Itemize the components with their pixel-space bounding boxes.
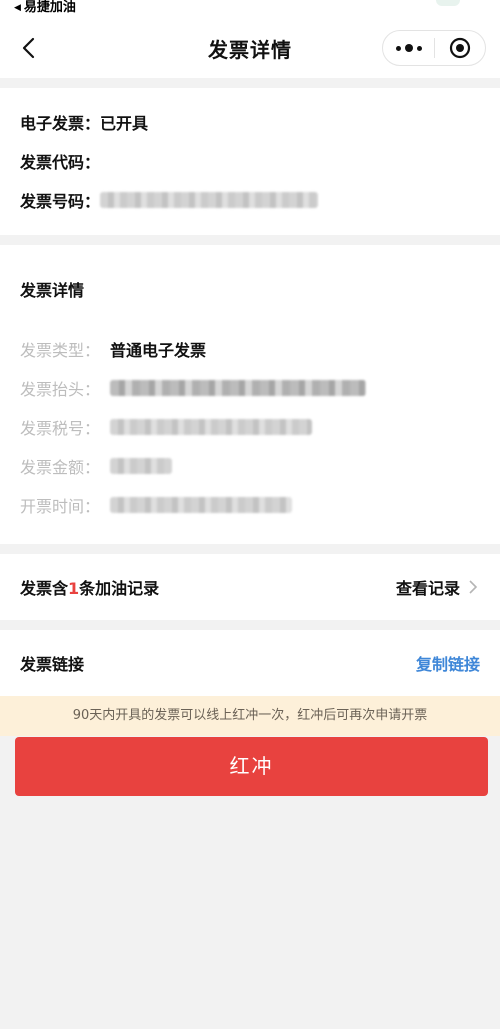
detail-row-title: 发票抬头： bbox=[20, 368, 480, 407]
detail-taxid-label: 发票税号： bbox=[20, 418, 101, 438]
status-bar: ◀ 易捷加油 bbox=[0, 0, 500, 18]
fuel-records-summary: 发票含1条加油记录 bbox=[20, 579, 160, 598]
invoice-type-label: 电子发票： bbox=[20, 113, 101, 133]
chevron-right-icon bbox=[469, 580, 478, 594]
detail-time-redacted bbox=[110, 496, 292, 513]
invoice-type-value: 已开具 bbox=[100, 113, 149, 133]
detail-row-type: 发票类型： 普通电子发票 bbox=[20, 329, 480, 368]
red-flush-button[interactable]: 红冲 bbox=[15, 737, 488, 796]
detail-title-redacted bbox=[110, 379, 366, 396]
detail-title-label: 发票抬头： bbox=[20, 379, 101, 399]
red-flush-notice: 90天内开具的发票可以线上红冲一次，红冲后可再次申请开票 bbox=[0, 696, 500, 736]
details-heading: 发票详情 bbox=[20, 281, 85, 300]
invoice-status-card: 电子发票： 已开具 发票代码： 发票号码： bbox=[0, 88, 500, 235]
fuel-records-count: 1 bbox=[68, 579, 80, 598]
detail-row-amount: 发票金额： bbox=[20, 446, 480, 485]
more-icon[interactable] bbox=[383, 44, 434, 52]
invoice-code-label: 发票代码： bbox=[20, 152, 101, 172]
detail-type-label: 发票类型： bbox=[20, 340, 101, 360]
nav-bar: 发票详情 bbox=[0, 18, 500, 78]
detail-taxid-redacted bbox=[110, 418, 312, 435]
invoice-details-card: 发票详情 发票类型： 普通电子发票 发票抬头： 发票税号： 发票金额： 开票时间… bbox=[0, 245, 500, 544]
back-triangle-icon[interactable]: ◀ bbox=[14, 3, 21, 13]
detail-amount-label: 发票金额： bbox=[20, 457, 101, 477]
detail-row-taxid: 发票税号： bbox=[20, 407, 480, 446]
invoice-code-row: 发票代码： bbox=[20, 141, 480, 180]
status-indicator bbox=[436, 0, 460, 6]
view-records-link[interactable]: 查看记录 bbox=[396, 575, 480, 599]
detail-type-value: 普通电子发票 bbox=[110, 340, 207, 360]
invoice-number-redacted bbox=[100, 191, 319, 208]
view-records-label: 查看记录 bbox=[395, 579, 460, 598]
invoice-number-row: 发票号码： bbox=[20, 180, 480, 219]
copy-link-button[interactable]: 复制链接 bbox=[416, 651, 480, 675]
invoice-link-label: 发票链接 bbox=[20, 655, 85, 674]
back-app-name[interactable]: 易捷加油 bbox=[24, 0, 76, 15]
close-target-icon[interactable] bbox=[435, 37, 485, 59]
mini-program-capsule bbox=[382, 30, 486, 66]
detail-amount-redacted bbox=[110, 457, 172, 474]
invoice-number-label: 发票号码： bbox=[20, 191, 101, 211]
fuel-records-row[interactable]: 发票含1条加油记录 查看记录 bbox=[0, 554, 500, 620]
detail-row-time: 开票时间： bbox=[20, 485, 480, 524]
invoice-type-row: 电子发票： 已开具 bbox=[20, 102, 480, 141]
detail-time-label: 开票时间： bbox=[20, 496, 101, 516]
invoice-link-row: 发票链接 复制链接 bbox=[0, 630, 500, 696]
